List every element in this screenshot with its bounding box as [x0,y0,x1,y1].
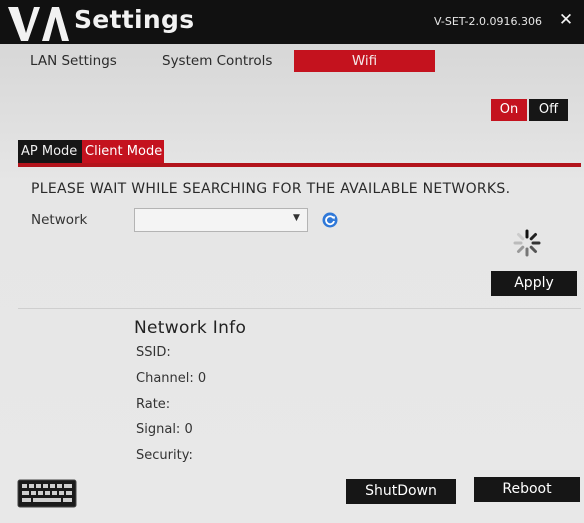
rate-label: Rate: [136,397,171,412]
va-logo [8,7,69,41]
reboot-button[interactable]: Reboot [474,477,580,502]
close-button[interactable]: ✕ [556,10,576,30]
ssid-label: SSID: [136,345,171,360]
search-status-message: PLEASE WAIT WHILE SEARCHING FOR THE AVAI… [31,181,511,197]
keyboard-icon[interactable] [17,479,77,508]
wifi-on-button[interactable]: On [491,99,527,121]
tab-ap-mode[interactable]: AP Mode [18,140,82,163]
network-label: Network [31,212,88,228]
security-row: Security: [136,448,193,463]
signal-row: Signal: 0 [136,422,193,437]
channel-value: 0 [197,371,207,386]
shutdown-button[interactable]: ShutDown [346,479,456,504]
tab-client-mode[interactable]: Client Mode [82,140,164,163]
apply-button[interactable]: Apply [491,271,577,296]
tab-system-controls[interactable]: System Controls [162,50,272,72]
app-title: Settings [74,5,195,34]
title-bar: Settings V-SET-2.0.0916.306 ✕ [0,0,584,44]
refresh-icon[interactable] [322,212,338,228]
tab-underline [18,163,581,167]
channel-row: Channel: 0 [136,371,206,386]
tab-lan-settings[interactable]: LAN Settings [30,50,117,72]
tab-wifi[interactable]: Wifi [294,50,435,72]
spinner-icon [513,229,541,257]
network-info-title: Network Info [134,318,247,338]
wifi-off-button[interactable]: Off [529,99,568,121]
ssid-row: SSID: [136,345,171,360]
chevron-down-icon: ▼ [293,213,300,223]
section-divider [18,308,581,309]
channel-label: Channel: [136,371,194,386]
security-label: Security: [136,448,193,463]
close-icon: ✕ [558,10,574,30]
signal-label: Signal: [136,422,181,437]
network-dropdown[interactable] [134,208,308,232]
rate-row: Rate: [136,397,170,412]
signal-value: 0 [184,422,193,437]
version-label: V-SET-2.0.0916.306 [434,15,542,28]
